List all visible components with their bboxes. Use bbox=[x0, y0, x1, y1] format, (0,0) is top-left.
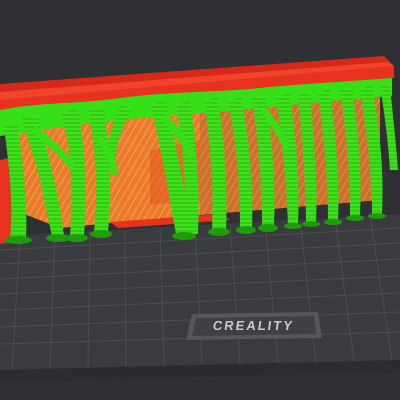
3d-preview-viewport[interactable]: CREALITY bbox=[0, 0, 400, 400]
print-bed-scene bbox=[0, 56, 400, 382]
creality-logo-plate: CREALITY bbox=[186, 312, 320, 338]
brand-label: CREALITY bbox=[211, 317, 295, 333]
